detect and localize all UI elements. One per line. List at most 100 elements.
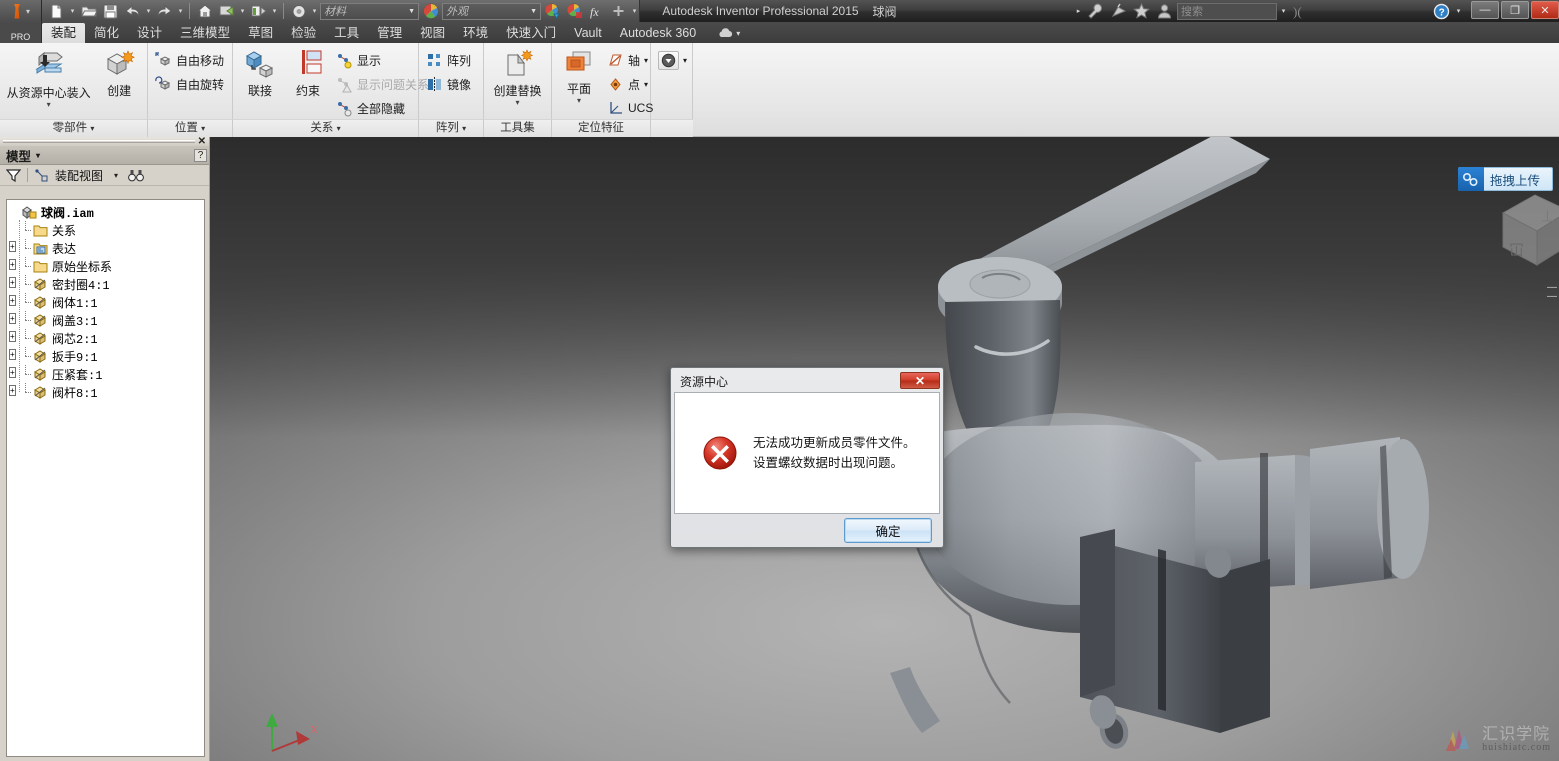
ribbon-overflow-button[interactable]: ▾ [654, 46, 691, 70]
undo-icon[interactable] [122, 1, 143, 21]
tab-get-started[interactable]: 快速入门 [497, 23, 565, 43]
chevron-down-icon[interactable]: ▾ [47, 101, 51, 109]
tree-expander[interactable]: + [9, 383, 21, 401]
tree-expander[interactable]: + [9, 239, 21, 257]
tab-3d-model[interactable]: 三维模型 [171, 23, 239, 43]
home-icon[interactable] [194, 1, 215, 21]
ribbon-panel-label-relationships[interactable]: 关系 ▾ [233, 119, 419, 137]
star-icon[interactable] [1131, 1, 1152, 21]
tree-expander[interactable]: + [9, 365, 21, 383]
free-move-button[interactable]: 自由移动 [151, 48, 228, 72]
chevron-down-icon[interactable]: ▾ [515, 99, 519, 107]
sign-in-icon[interactable]: )( [1290, 1, 1311, 21]
tree-row-part[interactable]: + 阀盖3:1 [9, 311, 202, 329]
place-from-content-center-button[interactable]: 从资源中心装入 ▾ [3, 46, 94, 109]
tree-row-origin[interactable]: + 原始坐标系 [9, 257, 202, 275]
show-sick-relations-button[interactable]: 显示问题关系 [332, 72, 433, 96]
work-point-button[interactable]: 点 ▾ [603, 72, 657, 96]
tree-expander[interactable]: + [9, 293, 21, 311]
tab-design[interactable]: 设计 [128, 23, 171, 43]
save-icon[interactable] [100, 1, 121, 21]
drag-upload-button[interactable]: 拖拽上传 [1457, 167, 1553, 191]
ucs-button[interactable]: UCS [603, 96, 657, 120]
chevron-down-icon[interactable]: ▾ [1454, 7, 1463, 15]
parameters-fx-icon[interactable]: fx [586, 1, 607, 21]
chevron-right-icon[interactable]: ▸ [1074, 7, 1083, 15]
maximize-button[interactable]: ❐ [1501, 1, 1529, 19]
satellite-icon[interactable] [1108, 1, 1129, 21]
chevron-down-icon[interactable]: ▾ [270, 7, 279, 15]
close-button[interactable]: ✕ [1531, 1, 1559, 19]
cloud-options-button[interactable]: ▾ [717, 23, 740, 43]
new-file-icon[interactable] [46, 1, 67, 21]
tree-row-relationships[interactable]: 关系 [9, 221, 202, 239]
tree-row-part[interactable]: + 阀杆8:1 [9, 383, 202, 401]
tree-expander[interactable]: + [9, 257, 21, 275]
mirror-button[interactable]: 镜像 [422, 72, 475, 96]
tree-row-part[interactable]: + 密封圈4:1 [9, 275, 202, 293]
show-relations-button[interactable]: 显示 [332, 48, 433, 72]
tab-view[interactable]: 视图 [411, 23, 454, 43]
update-icon[interactable] [248, 1, 269, 21]
create-substitute-button[interactable]: 创建替换 ▾ [487, 46, 548, 107]
panel-grab-bar[interactable]: ✕ [0, 137, 209, 147]
chevron-down-icon[interactable]: ▾ [683, 56, 687, 65]
open-folder-icon[interactable] [78, 1, 99, 21]
chevron-down-icon[interactable]: ▾ [144, 7, 153, 15]
tab-assemble[interactable]: 装配 [42, 23, 86, 43]
tab-vault[interactable]: Vault [565, 23, 611, 43]
work-axis-button[interactable]: 轴 ▾ [603, 48, 657, 72]
help-icon[interactable]: ? [1431, 1, 1452, 21]
constrain-button[interactable]: 约束 [284, 46, 332, 99]
chevron-down-icon[interactable]: ▾ [630, 7, 639, 15]
free-rotate-button[interactable]: 自由旋转 [151, 72, 228, 96]
return-icon[interactable] [216, 1, 237, 21]
hide-all-relations-button[interactable]: 全部隐藏 [332, 96, 433, 120]
create-component-button[interactable]: 创建 [94, 46, 144, 99]
search-input[interactable]: 搜索 [1177, 2, 1277, 20]
chevron-down-icon[interactable]: ▾ [68, 7, 77, 15]
redo-icon[interactable] [154, 1, 175, 21]
tab-autodesk-360[interactable]: Autodesk 360 [611, 23, 705, 43]
tab-simplify[interactable]: 简化 [85, 23, 128, 43]
tab-tools[interactable]: 工具 [325, 23, 368, 43]
chevron-down-icon[interactable]: ▾ [1279, 7, 1288, 15]
work-plane-button[interactable]: 平面 ▾ [555, 46, 603, 105]
browser-title[interactable]: 模型 ▾ [6, 146, 40, 165]
tab-environment[interactable]: 环境 [454, 23, 497, 43]
dialog-close-button[interactable]: ✕ [900, 372, 940, 389]
binoculars-icon[interactable] [127, 167, 144, 184]
application-menu-button[interactable]: ▾ [0, 0, 42, 22]
tree-row-part[interactable]: + 扳手9:1 [9, 347, 202, 365]
tree-row-part[interactable]: + 阀芯2:1 [9, 329, 202, 347]
tree-row-assembly[interactable]: 球阀.iam [9, 203, 202, 221]
tree-expander[interactable]: + [9, 275, 21, 293]
select-icon[interactable] [288, 1, 309, 21]
ribbon-panel-label-position[interactable]: 位置 ▾ [148, 119, 233, 137]
tab-inspect[interactable]: 检验 [282, 23, 325, 43]
ribbon-panel-label-work-features[interactable]: 定位特征 [552, 119, 651, 137]
material-dropdown[interactable]: 材料 ▼ [320, 2, 419, 20]
model-tree[interactable]: 球阀.iam 关系 + 表达 + 原始坐标系 + 密封圈4:1 + 阀体1:1 … [6, 199, 205, 757]
dialog-ok-button[interactable]: 确定 [844, 517, 932, 543]
tab-manage[interactable]: 管理 [368, 23, 411, 43]
chevron-down-icon[interactable]: ▾ [114, 171, 118, 180]
minimize-button[interactable]: — [1471, 1, 1499, 19]
material-color-wheel-icon[interactable] [420, 1, 441, 21]
view-cube-icon[interactable]: 冚 丄 [1489, 179, 1559, 275]
ribbon-panel-label-components[interactable]: 零部件 ▾ [0, 119, 148, 137]
tree-row-part[interactable]: + 阀体1:1 [9, 293, 202, 311]
pattern-button[interactable]: 阵列 [422, 48, 475, 72]
chevron-down-icon[interactable]: ▾ [176, 7, 185, 15]
tab-sketch[interactable]: 草图 [239, 23, 282, 43]
ribbon-panel-label-productivity[interactable]: 工具集 [484, 119, 552, 137]
tree-row-representations[interactable]: + 表达 [9, 239, 202, 257]
tree-expander[interactable]: + [9, 329, 21, 347]
joint-button[interactable]: 联接 [236, 46, 284, 99]
tree-expander[interactable]: + [9, 347, 21, 365]
wrench-icon[interactable] [1085, 1, 1106, 21]
person-icon[interactable] [1154, 1, 1175, 21]
chevron-down-icon[interactable]: ▾ [644, 80, 648, 89]
filter-funnel-icon[interactable] [5, 167, 22, 184]
ribbon-panel-label-pattern[interactable]: 阵列 ▾ [419, 119, 484, 137]
